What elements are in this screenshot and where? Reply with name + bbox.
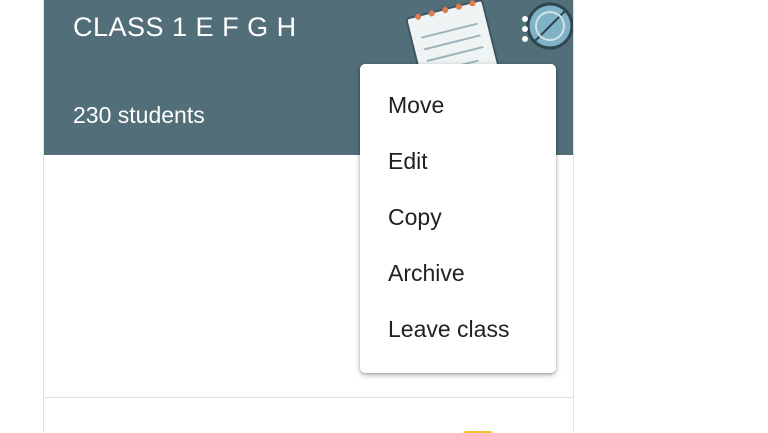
class-title[interactable]: CLASS 1 E F G H xyxy=(73,10,297,44)
next-class-card[interactable] xyxy=(43,397,574,433)
classroom-page: CLASS 1 E F G H 230 students Move Edit C… xyxy=(0,0,768,433)
menu-item-edit[interactable]: Edit xyxy=(360,133,556,189)
more-options-button[interactable] xyxy=(510,8,540,48)
student-count: 230 students xyxy=(73,102,205,128)
class-options-menu: Move Edit Copy Archive Leave class xyxy=(360,64,556,373)
menu-item-archive[interactable]: Archive xyxy=(360,245,556,301)
menu-item-leave-class[interactable]: Leave class xyxy=(360,301,556,357)
menu-item-move[interactable]: Move xyxy=(360,77,556,133)
menu-item-copy[interactable]: Copy xyxy=(360,189,556,245)
more-vert-icon xyxy=(522,16,528,22)
